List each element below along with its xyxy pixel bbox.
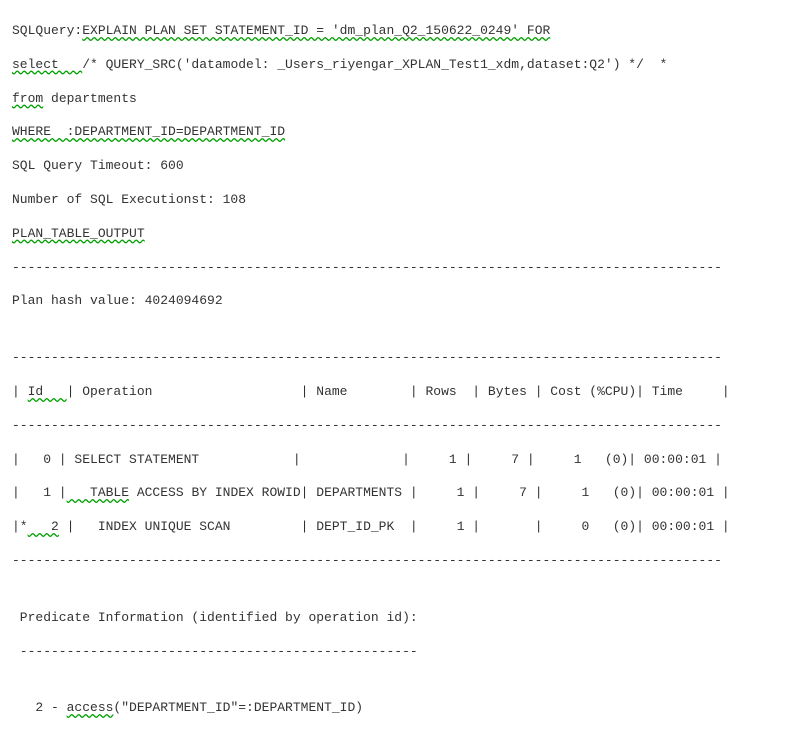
divider-top: ----------------------------------------… [12,258,787,279]
plan-hash: Plan hash value: 4024094692 [12,291,787,312]
predicate-line: 2 - access("DEPARTMENT_ID"=:DEPARTMENT_I… [12,698,787,719]
hdr-id: Id [28,384,67,399]
divider-text: ----------------------------------------… [12,260,722,275]
sql-line-1: SQLQuery:EXPLAIN PLAN SET STATEMENT_ID =… [12,21,787,42]
predicate-title-text: Predicate Information (identified by ope… [12,610,418,625]
row2-c: ACCESS BY INDEX ROWID| DEPARTMENTS | 1 |… [129,485,730,500]
pred-a: 2 - [12,700,67,715]
plan-hash-text: Plan hash value: 4024094692 [12,293,223,308]
sql-timeout: SQL Query Timeout: 600 [12,156,787,177]
sql-exec-text: Number of SQL Executionst: 108 [12,192,246,207]
row2-a: | 1 | [12,485,67,500]
row-select-stmt: | 0 | SELECT STATEMENT | | 1 | 7 | 1 (0)… [12,452,722,467]
sql-line-4: WHERE :DEPARTMENT_ID=DEPARTMENT_ID [12,122,787,143]
border-text-2: ----------------------------------------… [12,418,722,433]
plan-header-text: PLAN_TABLE_OUTPUT [12,226,145,241]
sql-exec-count: Number of SQL Executionst: 108 [12,190,787,211]
label-sqlquery: SQLQuery: [12,23,82,38]
sql-from-kw: from [12,91,43,106]
sql-where: WHERE :DEPARTMENT_ID=DEPARTMENT_ID [12,124,285,139]
sql-explain: EXPLAIN PLAN SET STATEMENT_ID = 'dm_plan… [82,23,550,38]
border-text-3: ----------------------------------------… [12,553,722,568]
table-border-mid: ----------------------------------------… [12,416,787,437]
row3-a: |* [12,519,28,534]
sql-table: departments [43,91,137,106]
table-row: | 1 | TABLE ACCESS BY INDEX ROWID| DEPAR… [12,483,787,504]
sql-line-3: from departments [12,89,787,110]
row3-b: 2 [28,519,59,534]
plan-header: PLAN_TABLE_OUTPUT [12,224,787,245]
border-text: ----------------------------------------… [12,350,722,365]
predicate-title: Predicate Information (identified by ope… [12,608,787,629]
sql-select-kw: select [12,57,82,72]
table-row: | 0 | SELECT STATEMENT | | 1 | 7 | 1 (0)… [12,450,787,471]
sql-comment: /* QUERY_SRC('datamodel: _Users_riyengar… [82,57,667,72]
table-header-row: | Id | Operation | Name | Rows | Bytes |… [12,382,787,403]
hdr-rest: | Operation | Name | Rows | Bytes | Cost… [67,384,730,399]
predicate-divider: ----------------------------------------… [12,642,787,663]
hdr-a: | [12,384,28,399]
pred-access: access [67,700,114,715]
row3-c: | INDEX UNIQUE SCAN | DEPT_ID_PK | 1 | |… [59,519,730,534]
sql-line-2: select /* QUERY_SRC('datamodel: _Users_r… [12,55,787,76]
sql-timeout-text: SQL Query Timeout: 600 [12,158,184,173]
table-border-top: ----------------------------------------… [12,348,787,369]
pred-c: ("DEPARTMENT_ID"=:DEPARTMENT_ID) [113,700,363,715]
row2-b: TABLE [67,485,129,500]
predicate-div-text: ----------------------------------------… [12,644,418,659]
table-border-bottom: ----------------------------------------… [12,551,787,572]
table-row: |* 2 | INDEX UNIQUE SCAN | DEPT_ID_PK | … [12,517,787,538]
